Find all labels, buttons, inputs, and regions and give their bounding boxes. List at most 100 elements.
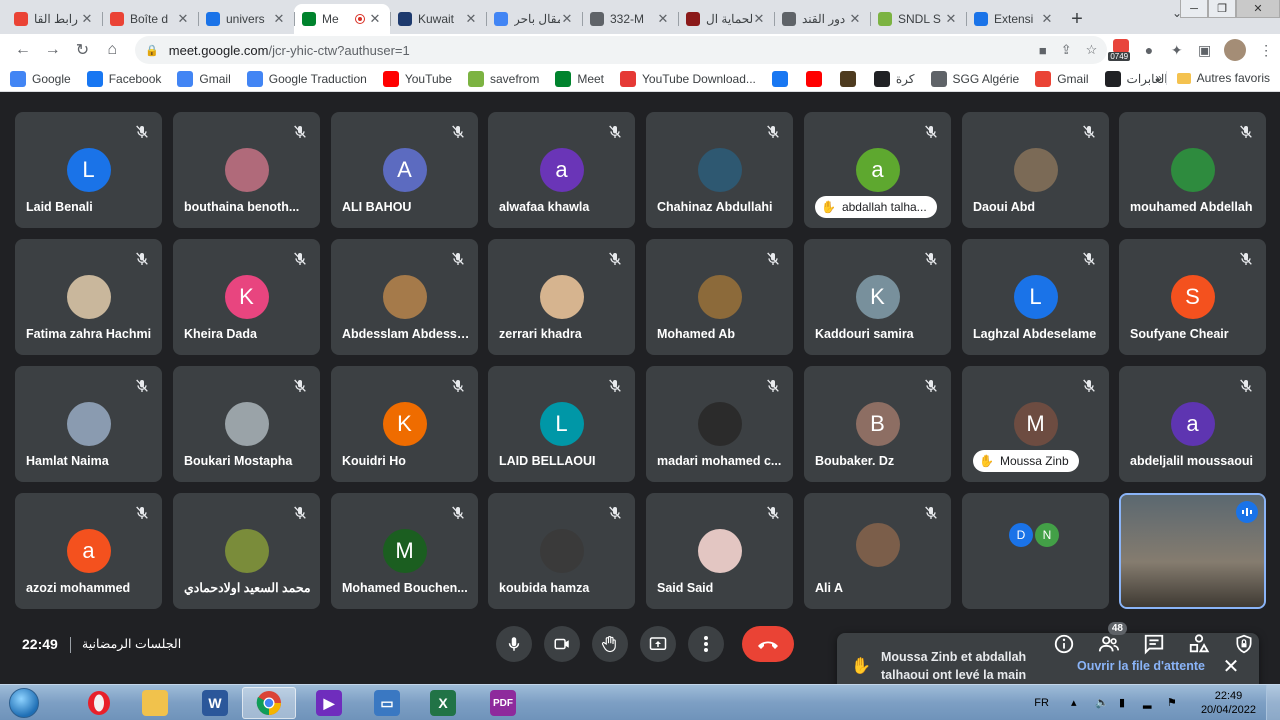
close-tab-icon[interactable]: ✕ xyxy=(272,11,286,27)
show-desktop-button[interactable] xyxy=(1266,685,1280,720)
browser-tab[interactable]: Kuwait ✕ xyxy=(390,4,486,34)
participant-tile[interactable]: K Kheira Dada xyxy=(173,239,320,355)
taskbar-chrome[interactable] xyxy=(242,687,296,719)
browser-tab[interactable]: 332-M ✕ xyxy=(582,4,678,34)
participant-tile[interactable]: a azozi mohammed xyxy=(15,493,162,609)
participant-tile[interactable]: Abdesslam Abdessl... xyxy=(331,239,478,355)
taskbar-opera[interactable] xyxy=(72,687,126,719)
participant-tile[interactable]: Boukari Mostapha xyxy=(173,366,320,482)
participant-tile[interactable]: a alwafaa khawla xyxy=(488,112,635,228)
people-button[interactable]: 48 xyxy=(1091,622,1127,662)
bookmark-item[interactable]: YouTube xyxy=(382,70,452,87)
participant-tile[interactable]: A ALI BAHOU xyxy=(331,112,478,228)
browser-tab[interactable]: مقال باحر ✕ xyxy=(486,4,582,34)
close-tab-icon[interactable]: ✕ xyxy=(944,11,958,27)
reload-button[interactable]: ↻ xyxy=(68,36,98,64)
browser-tab[interactable]: دور القند ✕ xyxy=(774,4,870,34)
taskbar-image-viewer[interactable]: ▭ xyxy=(360,687,414,719)
bookmark-item[interactable]: YouTube Download... xyxy=(620,70,756,87)
participant-tile[interactable]: L Laghzal Abdeselame xyxy=(962,239,1109,355)
other-bookmarks[interactable]: Autres favoris xyxy=(1165,71,1270,85)
back-button[interactable]: ← xyxy=(8,36,38,64)
meeting-details-button[interactable] xyxy=(1046,626,1082,662)
host-controls-button[interactable] xyxy=(1226,626,1262,662)
close-tab-icon[interactable]: ✕ xyxy=(656,11,670,27)
participant-tile[interactable]: koubida hamza xyxy=(488,493,635,609)
bookmark-item[interactable]: Google Traduction xyxy=(246,70,367,87)
browser-tab[interactable]: Me ✕ xyxy=(294,4,390,34)
present-button[interactable] xyxy=(640,626,676,662)
taskbar-pdf[interactable]: PDF xyxy=(476,687,530,719)
extension-badge[interactable]: 0749 xyxy=(1107,36,1135,64)
participant-tile[interactable]: S Soufyane Cheair xyxy=(1119,239,1266,355)
address-bar[interactable]: 🔒 meet.google.com/jcr-yhic-ctw?authuser=… xyxy=(135,36,1108,64)
participant-tile[interactable]: Daoui Abd xyxy=(962,112,1109,228)
network-icon[interactable]: ▂ xyxy=(1143,696,1159,710)
clock[interactable]: 22:49 20/04/2022 xyxy=(1201,689,1256,717)
participant-tile[interactable]: M ✋ Moussa Zinb xyxy=(962,366,1109,482)
lock-icon[interactable]: 🔒 xyxy=(145,44,159,57)
bookmark-item[interactable]: SGG Algérie xyxy=(930,70,1019,87)
power-icon[interactable]: ▮ xyxy=(1119,696,1135,710)
bookmark-item[interactable] xyxy=(805,70,828,87)
bookmark-item[interactable]: كرة xyxy=(873,70,915,87)
participant-tile[interactable]: L Laid Benali xyxy=(15,112,162,228)
participant-tile[interactable]: B Boubaker. Dz xyxy=(804,366,951,482)
flag-icon[interactable]: ⚑ xyxy=(1167,696,1183,710)
participant-tile[interactable]: zerrari khadra xyxy=(488,239,635,355)
participant-tile[interactable]: a ✋ abdallah talha... xyxy=(804,112,951,228)
others-group-tile[interactable]: DN xyxy=(962,493,1109,609)
participant-tile[interactable]: M Mohamed Bouchen... xyxy=(331,493,478,609)
browser-tab[interactable]: Boîte d ✕ xyxy=(102,4,198,34)
raise-hand-button[interactable] xyxy=(592,626,628,662)
close-tab-icon[interactable]: ✕ xyxy=(848,11,862,27)
taskbar-screen-recorder[interactable]: ▶ xyxy=(302,687,356,719)
restore-button[interactable]: ❐ xyxy=(1208,0,1236,18)
more-options-button[interactable] xyxy=(688,626,724,662)
browser-tab[interactable]: SNDL S ✕ xyxy=(870,4,966,34)
participant-tile[interactable]: L LAID BELLAOUI xyxy=(488,366,635,482)
bookmark-item[interactable] xyxy=(771,70,794,87)
close-tab-icon[interactable]: ✕ xyxy=(752,11,766,27)
browser-tab[interactable]: Extensi ✕ xyxy=(966,4,1062,34)
language-indicator[interactable]: FR xyxy=(1034,697,1049,709)
close-tab-icon[interactable]: ✕ xyxy=(176,11,190,27)
participant-tile[interactable]: madari mohamed c... xyxy=(646,366,793,482)
participant-tile[interactable]: Hamlat Naima xyxy=(15,366,162,482)
browser-tab[interactable]: رابط القا ✕ xyxy=(6,4,102,34)
browser-tab[interactable]: الحماية ال ✕ xyxy=(678,4,774,34)
minimize-button[interactable]: ─ xyxy=(1180,0,1208,18)
participant-tile[interactable]: Fatima zahra Hachmi xyxy=(15,239,162,355)
bookmarks-overflow-button[interactable]: » xyxy=(1155,71,1162,85)
participant-tile[interactable]: K Kouidri Ho xyxy=(331,366,478,482)
close-tab-icon[interactable]: ✕ xyxy=(560,11,574,27)
activities-button[interactable] xyxy=(1181,626,1217,662)
microphone-button[interactable] xyxy=(496,626,532,662)
url-text[interactable]: meet.google.com/jcr-yhic-ctw?authuser=1 xyxy=(169,43,1025,58)
close-tab-icon[interactable]: ✕ xyxy=(1040,11,1054,27)
participant-tile[interactable]: Mohamed Ab xyxy=(646,239,793,355)
tray-arrow-icon[interactable]: ▴ xyxy=(1071,696,1087,710)
bookmark-item[interactable]: savefrom xyxy=(467,70,539,87)
participant-tile[interactable]: Said Said xyxy=(646,493,793,609)
home-button[interactable]: ⌂ xyxy=(97,36,127,64)
participant-tile[interactable]: Chahinaz Abdullahi xyxy=(646,112,793,228)
participant-tile[interactable]: Ali A xyxy=(804,493,951,609)
taskbar-explorer[interactable] xyxy=(128,687,182,719)
close-window-button[interactable]: ✕ xyxy=(1236,0,1280,18)
camera-button[interactable] xyxy=(544,626,580,662)
extension-person-icon[interactable]: ● xyxy=(1135,36,1163,64)
bookmark-item[interactable]: Facebook xyxy=(86,70,161,87)
leave-call-button[interactable] xyxy=(742,626,794,662)
bookmark-item[interactable]: Meet xyxy=(555,70,604,87)
close-tab-icon[interactable]: ✕ xyxy=(80,11,94,27)
volume-icon[interactable]: 🔈 xyxy=(1095,696,1111,710)
participant-tile[interactable]: محمد السعيد اولادحمادي xyxy=(173,493,320,609)
participant-tile[interactable]: mouhamed Abdellah xyxy=(1119,112,1266,228)
bookmark-item[interactable]: Gmail xyxy=(177,70,231,87)
share-icon[interactable]: ⇪ xyxy=(1061,42,1072,58)
bookmark-star-icon[interactable]: ☆ xyxy=(1086,42,1098,58)
browser-menu-icon[interactable]: ⋮ xyxy=(1252,36,1280,64)
start-button[interactable] xyxy=(4,686,44,720)
participant-tile[interactable]: a abdeljalil moussaoui xyxy=(1119,366,1266,482)
